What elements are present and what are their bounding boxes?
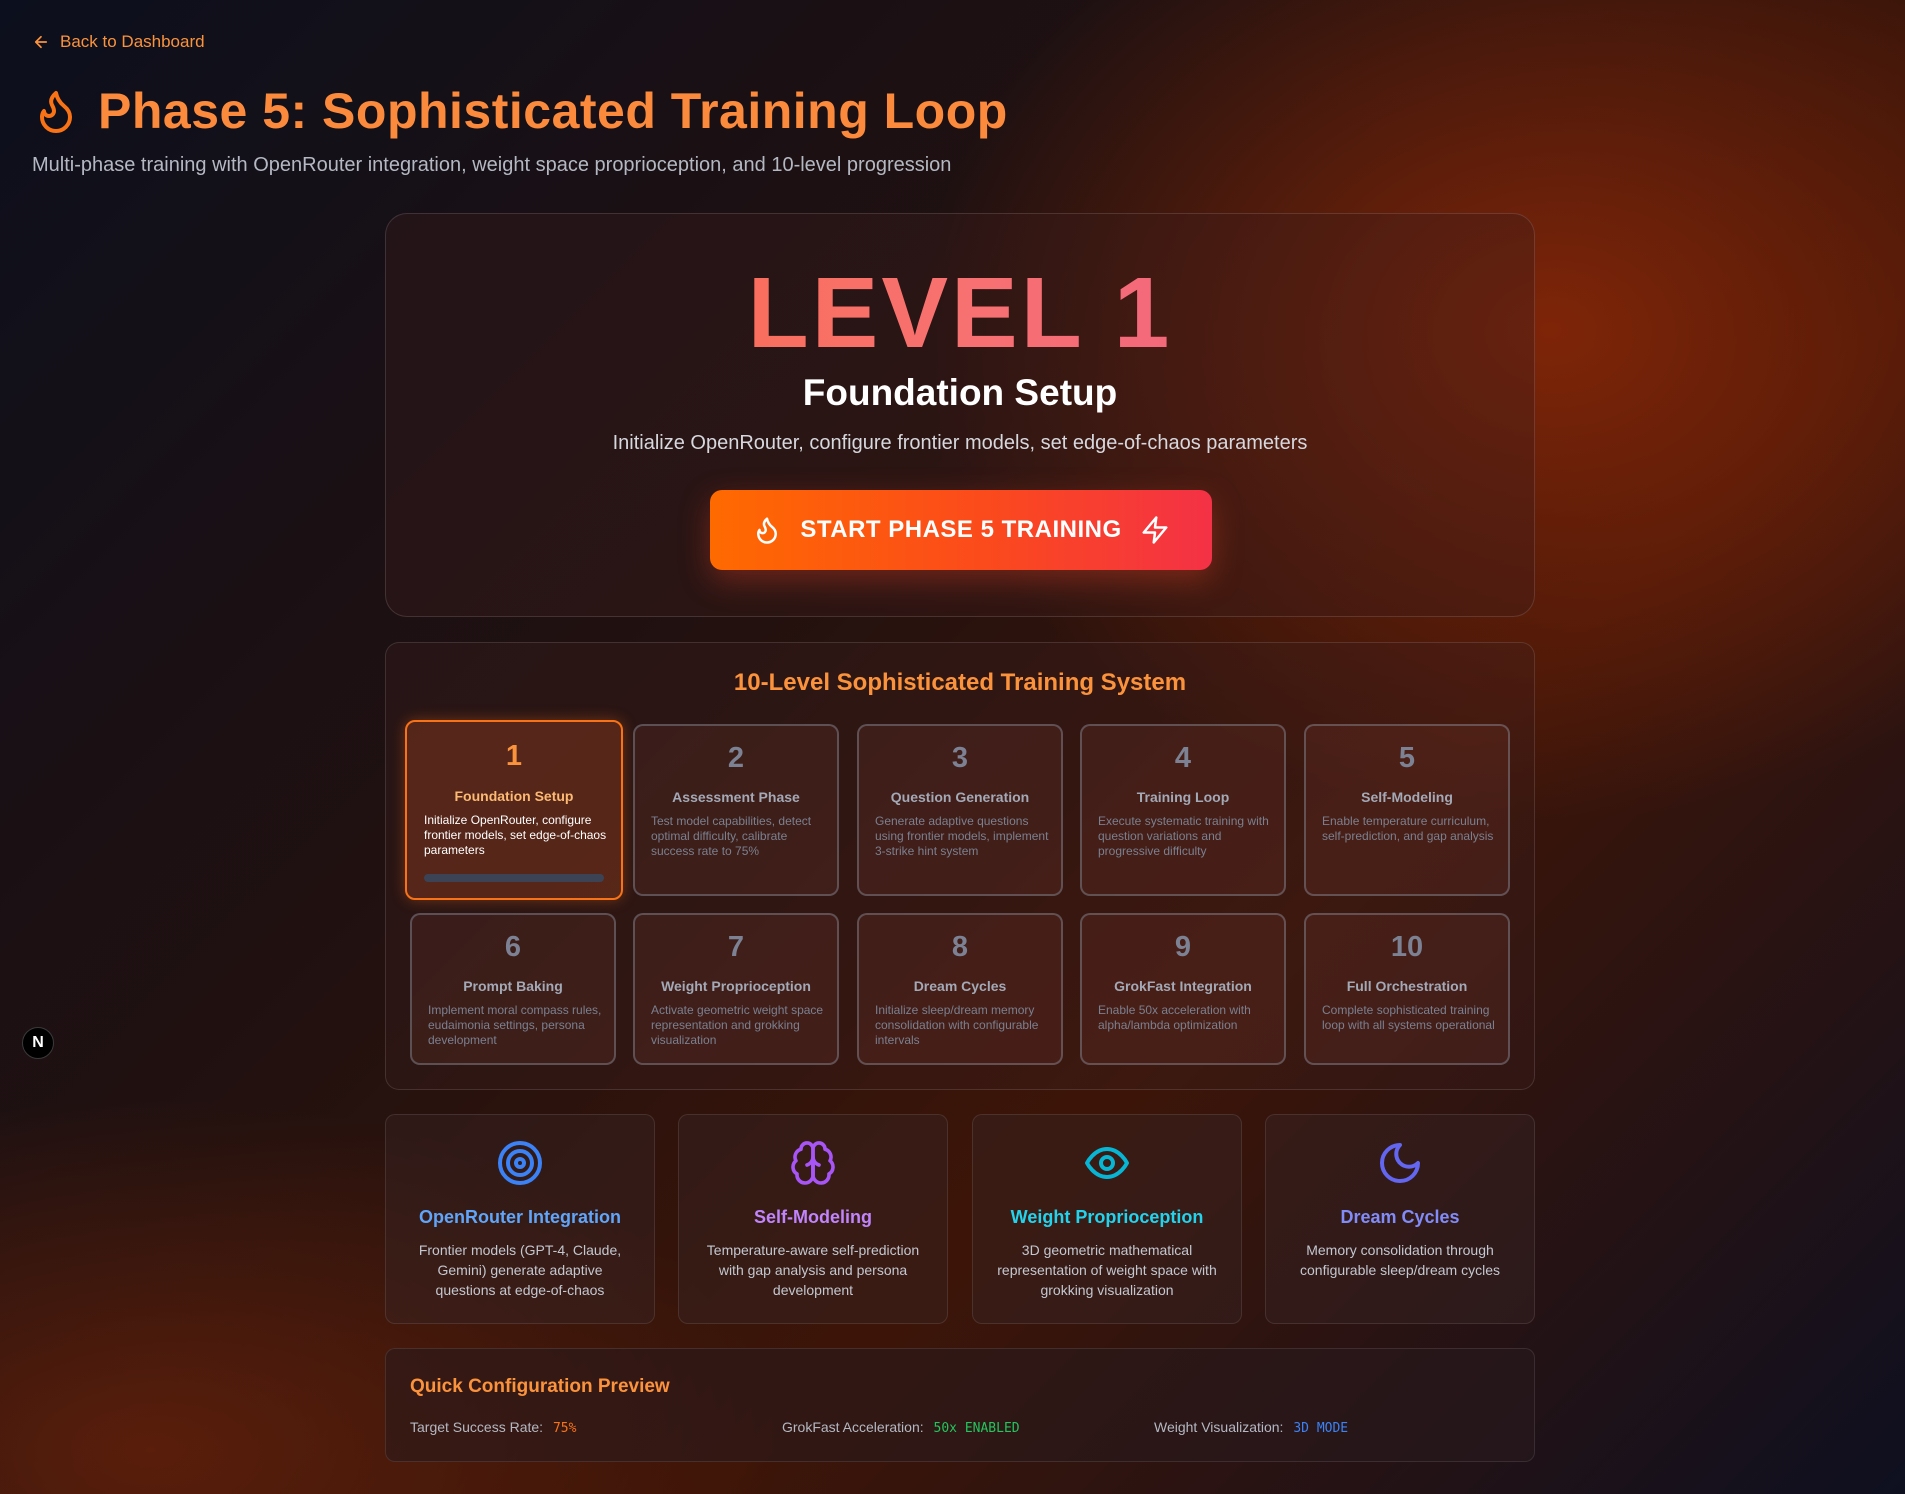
level-name: Self-Modeling xyxy=(1361,789,1453,805)
flame-icon xyxy=(40,91,72,133)
flame-icon xyxy=(757,517,778,544)
current-level-description: Initialize OpenRouter, configure frontie… xyxy=(612,432,1308,454)
page-title: Phase 5: Sophisticated Training Loop xyxy=(98,83,1008,139)
level-number: 10 xyxy=(1390,931,1424,963)
level-card-9[interactable]: 9 GrokFast Integration Enable 50x accele… xyxy=(1080,913,1286,1065)
config-grokfast: GrokFast Acceleration: 50x ENABLED xyxy=(782,1419,1020,1436)
moon-icon xyxy=(1380,1143,1420,1183)
level-name: Dream Cycles xyxy=(913,978,1007,994)
level-number: 5 xyxy=(1398,742,1416,774)
level-description: Enable temperature curriculum, self-pred… xyxy=(1322,814,1494,843)
level-card-3[interactable]: 3 Question Generation Generate adaptive … xyxy=(857,724,1063,896)
current-level-label: LEVEL 1 xyxy=(386,256,1534,371)
level-description: Implement moral compass rules, eudaimoni… xyxy=(428,1003,602,1047)
config-value: 3D MODE xyxy=(1293,1421,1349,1436)
target-icon xyxy=(498,1141,542,1185)
level-description: Generate adaptive questions using fronti… xyxy=(875,814,1049,858)
dev-tools-badge[interactable]: N xyxy=(22,1027,54,1059)
level-description: Initialize sleep/dream memory consolidat… xyxy=(875,1003,1039,1047)
config-value: 75% xyxy=(552,1421,577,1436)
level-card-2[interactable]: 2 Assessment Phase Test model capabiliti… xyxy=(633,724,839,896)
feature-card-self-modeling: Self-Modeling Temperature-aware self-pre… xyxy=(678,1114,948,1324)
level-progress-bar xyxy=(424,874,604,882)
level-card-8[interactable]: 8 Dream Cycles Initialize sleep/dream me… xyxy=(857,913,1063,1065)
feature-description: Temperature-aware self-prediction with g… xyxy=(706,1242,920,1298)
feature-title: OpenRouter Integration xyxy=(419,1207,621,1227)
level-description: Activate geometric weight space represen… xyxy=(651,1003,824,1047)
config-preview-panel: Quick Configuration Preview Target Succe… xyxy=(385,1348,1535,1462)
config-label: Target Success Rate: xyxy=(410,1419,544,1435)
level-number: 8 xyxy=(951,931,969,963)
level-card-4[interactable]: 4 Training Loop Execute systematic train… xyxy=(1080,724,1286,896)
current-level-name: Foundation Setup xyxy=(802,372,1118,413)
level-name: Prompt Baking xyxy=(463,978,563,994)
level-number: 3 xyxy=(951,742,969,774)
level-description: Test model capabilities, detect optimal … xyxy=(651,814,812,858)
levels-title: 10-Level Sophisticated Training System xyxy=(733,669,1187,696)
config-weight-visualization: Weight Visualization: 3D MODE xyxy=(1154,1419,1348,1436)
level-name: Foundation Setup xyxy=(454,788,574,804)
feature-title: Weight Proprioception xyxy=(1010,1207,1204,1227)
level-number: 7 xyxy=(727,931,745,963)
level-description: Complete sophisticated training loop wit… xyxy=(1322,1003,1495,1032)
feature-description: 3D geometric mathematical representation… xyxy=(997,1242,1217,1298)
level-name: Weight Proprioception xyxy=(661,978,811,994)
level-name: Assessment Phase xyxy=(672,789,800,805)
feature-card-openrouter: OpenRouter Integration Frontier models (… xyxy=(385,1114,655,1324)
start-button-label: START PHASE 5 TRAINING xyxy=(800,516,1122,543)
start-training-button[interactable]: START PHASE 5 TRAINING xyxy=(710,490,1212,570)
eye-icon xyxy=(1085,1147,1129,1179)
config-value: 50x ENABLED xyxy=(933,1421,1020,1436)
page-subtitle: Multi-phase training with OpenRouter int… xyxy=(32,154,952,176)
level-card-7[interactable]: 7 Weight Proprioception Activate geometr… xyxy=(633,913,839,1065)
feature-title: Self-Modeling xyxy=(754,1207,872,1227)
level-card-6[interactable]: 6 Prompt Baking Implement moral compass … xyxy=(410,913,616,1065)
level-name: Question Generation xyxy=(890,789,1030,805)
level-card-5[interactable]: 5 Self-Modeling Enable temperature curri… xyxy=(1304,724,1510,896)
config-title: Quick Configuration Preview xyxy=(410,1376,670,1397)
feature-card-weight-proprioception: Weight Proprioception 3D geometric mathe… xyxy=(972,1114,1242,1324)
feature-description: Frontier models (GPT-4, Claude, Gemini) … xyxy=(418,1242,622,1298)
back-to-dashboard-link[interactable]: Back to Dashboard xyxy=(32,32,205,52)
back-link-label: Back to Dashboard xyxy=(60,32,205,51)
feature-card-dream-cycles: Dream Cycles Memory consolidation throug… xyxy=(1265,1114,1535,1324)
feature-title: Dream Cycles xyxy=(1340,1207,1460,1227)
config-target-success: Target Success Rate: 75% xyxy=(410,1419,576,1436)
levels-panel: 10-Level Sophisticated Training System 1… xyxy=(385,642,1535,1090)
level-number: 6 xyxy=(504,931,522,963)
level-card-1[interactable]: 1 Foundation Setup Initialize OpenRouter… xyxy=(405,720,623,900)
arrow-left-icon xyxy=(34,35,48,49)
level-name: GrokFast Integration xyxy=(1114,978,1252,994)
level-description: Initialize OpenRouter, configure frontie… xyxy=(424,813,607,857)
page-header: Phase 5: Sophisticated Training Loop xyxy=(32,82,1008,140)
config-label: GrokFast Acceleration: xyxy=(782,1419,924,1435)
level-number: 4 xyxy=(1174,742,1192,774)
level-description: Enable 50x acceleration with alpha/lambd… xyxy=(1098,1003,1251,1032)
current-level-panel: LEVEL 1 Foundation Setup Initialize Open… xyxy=(385,213,1535,617)
level-number: 2 xyxy=(727,742,745,774)
level-name: Training Loop xyxy=(1136,789,1230,805)
brain-icon xyxy=(791,1141,835,1185)
level-description: Execute systematic training with questio… xyxy=(1098,814,1269,858)
level-number: 9 xyxy=(1174,931,1192,963)
lightning-icon xyxy=(1142,516,1168,544)
config-label: Weight Visualization: xyxy=(1154,1419,1284,1435)
level-number: 1 xyxy=(505,740,523,772)
level-name: Full Orchestration xyxy=(1346,978,1468,994)
feature-description: Memory consolidation through configurabl… xyxy=(1300,1242,1500,1278)
level-card-10[interactable]: 10 Full Orchestration Complete sophistic… xyxy=(1304,913,1510,1065)
